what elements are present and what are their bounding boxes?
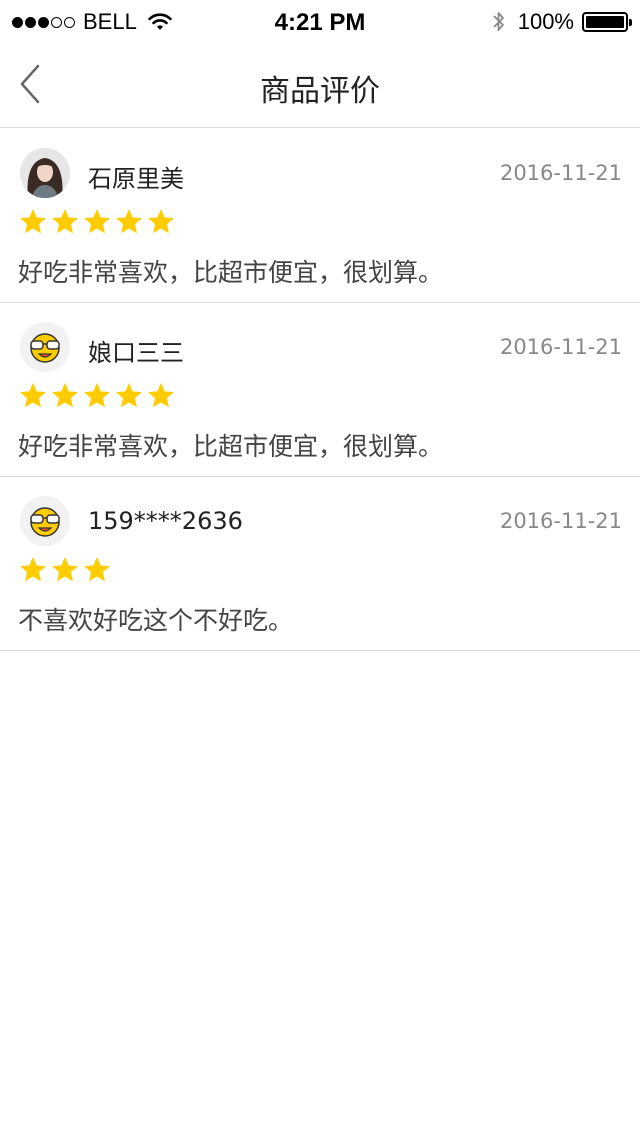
star-icon bbox=[148, 382, 174, 408]
page-title: 商品评价 bbox=[260, 74, 380, 109]
star-icon bbox=[20, 208, 46, 234]
username: 159****2636 bbox=[88, 507, 243, 535]
star-icon bbox=[52, 556, 78, 582]
battery-icon bbox=[582, 12, 632, 32]
username: 娘口三三 bbox=[88, 339, 184, 367]
avatar bbox=[20, 148, 70, 198]
review-date: 2016-11-21 bbox=[499, 161, 622, 185]
review-item: 娘口三三 2016-11-21 好吃非常喜欢，比超市便宜，很划算。 bbox=[0, 303, 640, 477]
review-comment: 不喜欢好吃这个不好吃。 bbox=[18, 606, 294, 635]
star-icon bbox=[84, 208, 110, 234]
star-icon bbox=[84, 382, 110, 408]
review-list: 石原里美 2016-11-21 好吃非常喜欢，比超市便宜，很划算。 娘口三三 2… bbox=[0, 129, 640, 651]
review-date: 2016-11-21 bbox=[499, 509, 622, 533]
avatar bbox=[20, 496, 70, 546]
review-comment: 好吃非常喜欢，比超市便宜，很划算。 bbox=[18, 258, 444, 287]
sunglasses-emoji-icon bbox=[20, 496, 70, 546]
battery-fill bbox=[586, 16, 624, 28]
user-photo-icon bbox=[20, 148, 70, 198]
nav-bar: 商品评价 bbox=[0, 40, 640, 128]
star-rating bbox=[18, 555, 114, 585]
battery-percent: 100% bbox=[517, 9, 574, 34]
star-icon bbox=[20, 556, 46, 582]
star-icon bbox=[116, 208, 142, 234]
status-bar: BELL 4:21 PM 100% bbox=[0, 0, 640, 44]
star-rating bbox=[18, 381, 178, 411]
star-icon bbox=[148, 208, 174, 234]
review-item: 石原里美 2016-11-21 好吃非常喜欢，比超市便宜，很划算。 bbox=[0, 129, 640, 303]
status-right: 100% bbox=[492, 9, 632, 35]
username: 石原里美 bbox=[88, 165, 184, 193]
review-date: 2016-11-21 bbox=[499, 335, 622, 359]
review-comment: 好吃非常喜欢，比超市便宜，很划算。 bbox=[18, 432, 444, 461]
review-item: 159****2636 2016-11-21 不喜欢好吃这个不好吃。 bbox=[0, 477, 640, 651]
avatar bbox=[20, 322, 70, 372]
star-rating bbox=[18, 207, 178, 237]
bluetooth-icon bbox=[493, 12, 504, 31]
star-icon bbox=[52, 382, 78, 408]
star-icon bbox=[116, 382, 142, 408]
star-icon bbox=[52, 208, 78, 234]
sunglasses-emoji-icon bbox=[20, 322, 70, 372]
star-icon bbox=[20, 382, 46, 408]
star-icon bbox=[84, 556, 110, 582]
